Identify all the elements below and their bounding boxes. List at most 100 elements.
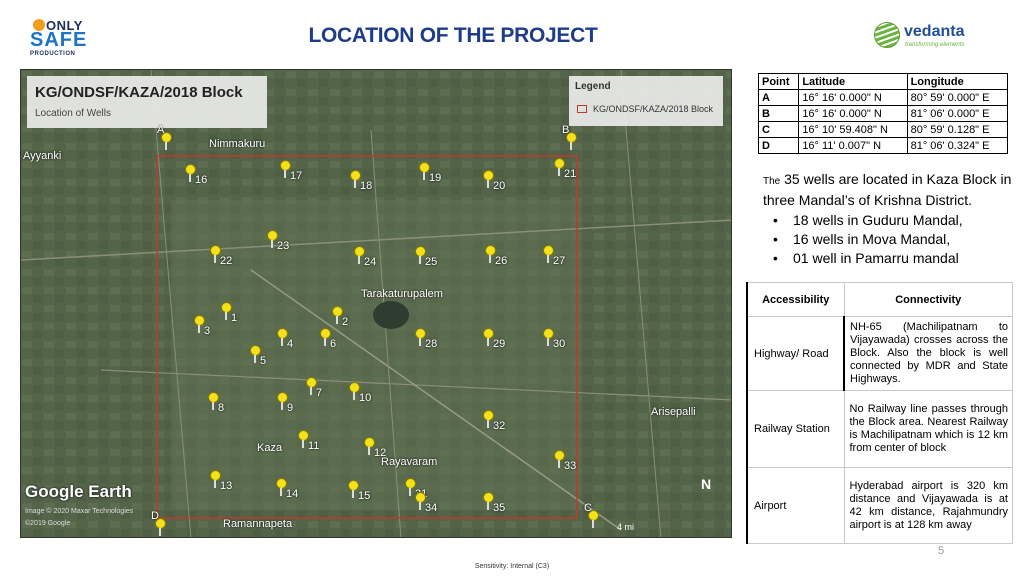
well-number-label: 15 <box>358 490 371 502</box>
well-pin-icon: 17 <box>278 160 302 182</box>
access-type-cell: Airport <box>746 467 845 544</box>
point-cell: C <box>757 121 800 138</box>
well-pin-icon: 25 <box>413 246 437 268</box>
column-header: Point <box>757 73 800 90</box>
well-number-label: 24 <box>364 256 377 268</box>
well-number-label: 19 <box>429 172 442 184</box>
well-pin-icon: 11 <box>296 430 319 452</box>
well-number-label: 8 <box>218 402 225 414</box>
table-row: D 16° 11' 0.007" N 81° 06' 0.324" E <box>757 137 1009 154</box>
well-pin-icon: 3 <box>192 315 210 337</box>
well-number-label: 4 <box>287 338 294 350</box>
well-pin-icon: 8 <box>206 392 224 414</box>
map-title-box: KG/ONDSF/KAZA/2018 Block Location of Wel… <box>27 76 267 128</box>
corner-marker: D <box>151 510 169 536</box>
well-number-label: 6 <box>330 338 337 350</box>
pushpin-stem <box>558 460 560 468</box>
well-number-label: 9 <box>287 402 294 414</box>
well-number-label: 29 <box>493 338 506 350</box>
pushpin-stem <box>419 338 421 346</box>
longitude-cell: 80° 59' 0.128" E <box>906 121 1009 138</box>
pushpin-stem <box>214 255 216 263</box>
well-pin-icon: 19 <box>417 162 441 184</box>
accessibility-table: Accessibility Connectivity Highway/ Road… <box>746 282 1013 544</box>
list-item: 01 well in Pamarru mandal <box>773 249 1013 268</box>
well-pin-icon: 27 <box>541 245 565 267</box>
well-pin-icon: 28 <box>413 328 437 350</box>
well-number-label: 20 <box>493 180 506 192</box>
latitude-cell: 16° 11' 0.007" N <box>798 137 908 154</box>
well-number-label: 16 <box>195 174 208 186</box>
connectivity-cell: No Railway line passes through the Block… <box>843 390 1013 468</box>
access-type-cell: Highway/ Road <box>746 316 845 391</box>
map-copyright: ©2019 Google <box>25 520 71 527</box>
pushpin-stem <box>352 490 354 498</box>
pushpin-stem <box>159 528 161 536</box>
map-subtitle: Location of Wells <box>35 108 111 119</box>
imagery-credit: Image © 2020 Maxar Technologies <box>25 508 134 515</box>
well-pin-icon: 29 <box>481 328 505 350</box>
corner-label: D <box>151 510 159 522</box>
place-label: Arisepalli <box>651 406 696 418</box>
pushpin-stem <box>189 174 191 182</box>
well-pin-icon: 14 <box>274 478 298 500</box>
place-label: Kaza <box>257 442 283 454</box>
logo-text-production: PRODUCTION <box>30 51 76 57</box>
place-label: Rayavaram <box>381 456 438 468</box>
well-pin-icon: 13 <box>208 470 232 492</box>
point-cell: A <box>757 89 800 106</box>
scale-bar: 4 mi <box>617 522 635 532</box>
place-label: Nimmakuru <box>209 138 266 150</box>
block-location-map: KG/ONDSF/KAZA/2018 Block Location of Wel… <box>20 69 732 538</box>
legend-item: KG/ONDSF/KAZA/2018 Block <box>593 104 714 114</box>
access-type-cell: Railway Station <box>746 390 845 468</box>
well-number-label: 12 <box>374 447 387 459</box>
description-prefix: The <box>763 176 781 187</box>
description-text: 35 wells are located in Kaza Block in th… <box>763 171 1012 208</box>
list-item: 18 wells in Guduru Mandal, <box>773 211 1013 230</box>
well-number-label: 21 <box>564 168 577 180</box>
pushpin-stem <box>284 170 286 178</box>
column-header: Longitude <box>906 73 1009 90</box>
pushpin-stem <box>254 355 256 363</box>
well-number-label: 35 <box>493 502 506 514</box>
latitude-cell: 16° 16' 0.000" N <box>798 105 908 122</box>
well-number-label: 17 <box>290 170 303 182</box>
well-number-label: 34 <box>425 502 438 514</box>
well-pin-icon: 12 <box>362 437 386 459</box>
well-pin-icon: 18 <box>348 170 372 192</box>
well-pin-icon: 9 <box>275 392 293 414</box>
table-row: A 16° 16' 0.000" N 80° 59' 0.000" E <box>757 89 1009 106</box>
well-number-label: 1 <box>231 312 238 324</box>
well-number-label: 32 <box>493 420 506 432</box>
well-number-label: 18 <box>360 180 373 192</box>
pushpin-stem <box>214 480 216 488</box>
pushpin-stem <box>165 142 167 150</box>
connectivity-cell: NH-65 (Machilipatnam to Vijayawada) cros… <box>843 316 1013 391</box>
page-title: LOCATION OF THE PROJECT <box>308 24 598 47</box>
vedanta-tagline: transforming elements <box>905 42 965 48</box>
pushpin-stem <box>302 440 304 448</box>
pushpin-stem <box>212 402 214 410</box>
legend-title: Legend <box>575 81 611 92</box>
well-pin-icon: 5 <box>248 345 266 367</box>
map-block-title: KG/ONDSF/KAZA/2018 Block <box>35 84 243 101</box>
pushpin-stem <box>354 180 356 188</box>
pushpin-stem <box>487 180 489 188</box>
well-pin-icon: 34 <box>413 492 437 514</box>
pushpin-stem <box>489 255 491 263</box>
pushpin-stem <box>281 402 283 410</box>
well-pin-icon: 35 <box>481 492 505 514</box>
pushpin-stem <box>592 520 594 528</box>
well-pin-icon: 33 <box>552 450 576 472</box>
legend-swatch <box>577 105 587 113</box>
pushpin-stem <box>271 240 273 248</box>
sensitivity-footer: Sensitivity: Internal (C3) <box>474 563 550 570</box>
longitude-cell: 80° 59' 0.000" E <box>906 89 1009 106</box>
corner-label: A <box>157 124 165 136</box>
well-number-label: 25 <box>425 256 438 268</box>
pushpin-stem <box>547 338 549 346</box>
pushpin-stem <box>353 392 355 400</box>
google-earth-logo: Google Earth <box>25 482 132 501</box>
pushpin-stem <box>310 387 312 395</box>
